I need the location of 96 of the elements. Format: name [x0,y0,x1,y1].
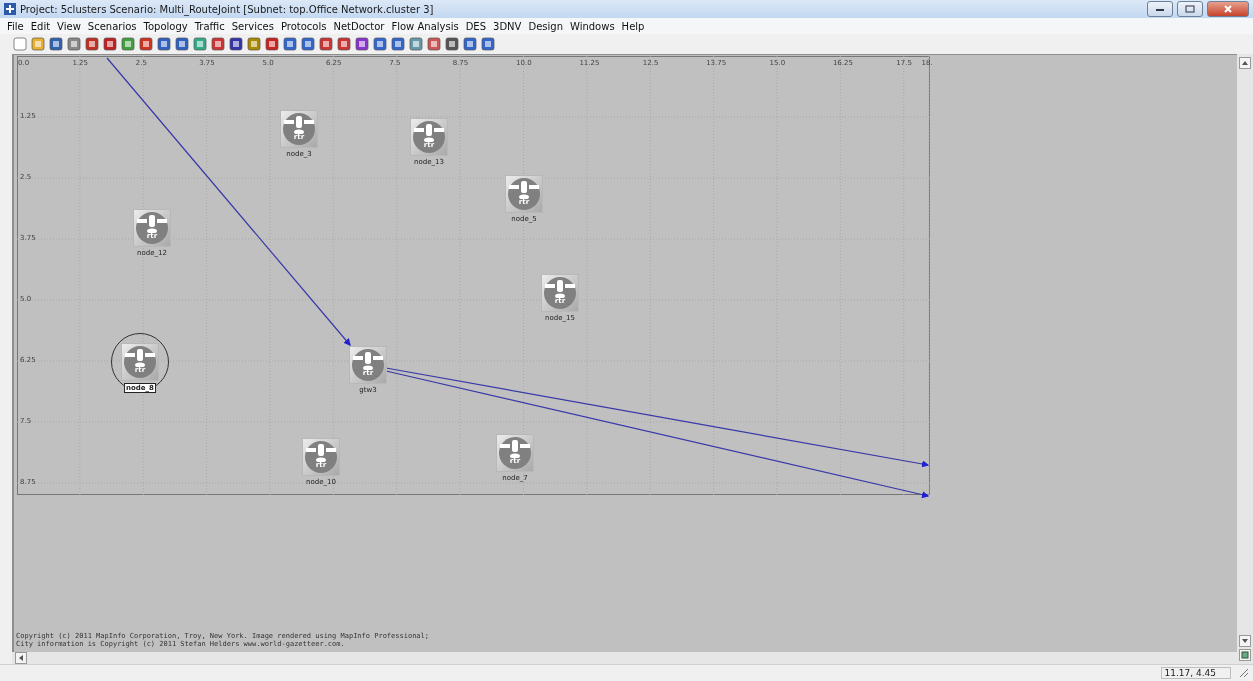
toolbar-button[interactable] [66,36,82,52]
menu-item[interactable]: View [54,20,84,32]
menu-item[interactable]: Windows [566,20,618,32]
toolbar-button[interactable] [318,36,334,52]
toolbar-icon [444,36,460,52]
menu-item[interactable]: DES [462,20,490,32]
toolbar-button[interactable] [480,36,496,52]
toolbar-icon [354,36,370,52]
toolbar-icon [30,36,46,52]
menu-item[interactable]: NetDoctor [330,20,388,32]
toolbar-button[interactable] [120,36,136,52]
satellite-icon [414,124,444,142]
toolbar-icon [390,36,406,52]
maximize-icon [1185,5,1195,13]
toolbar-icon [426,36,442,52]
menu-item[interactable]: Traffic [191,20,228,32]
toolbar-button[interactable] [138,36,154,52]
down-arrow-icon [1242,638,1248,644]
toolbar-button[interactable] [390,36,406,52]
toolbar-button[interactable] [354,36,370,52]
toolbar-button[interactable] [264,36,280,52]
toolbar-button[interactable] [48,36,64,52]
toolbar-icon [138,36,154,52]
maximize-button[interactable] [1177,1,1203,17]
toolbar-button[interactable] [408,36,424,52]
toolbar-button[interactable] [246,36,262,52]
app-icon [4,3,16,15]
toolbar-icon [408,36,424,52]
toolbar-icon [66,36,82,52]
toolbar-button[interactable] [174,36,190,52]
toolbar-icon [480,36,496,52]
window-title: Project: 5clusters Scenario: Multi_RouteJoint [Subnet: top.Office Network.cluster 3] [20,3,435,15]
scroll-left-button[interactable] [15,652,27,664]
menu-item[interactable]: Scenarios [84,20,140,32]
satellite-icon [500,440,530,458]
menu-item[interactable]: Protocols [277,20,330,32]
toolbar-icon [246,36,262,52]
toolbar-button[interactable] [156,36,172,52]
toolbar-button[interactable] [102,36,118,52]
satellite-icon [353,352,383,370]
satellite-icon [509,181,539,199]
toolbar-icon [264,36,280,52]
toolbar-icon [192,36,208,52]
minimize-icon [1155,6,1165,12]
menu-item[interactable]: Edit [27,20,54,32]
toolbar-button[interactable] [372,36,388,52]
toolbar-icon [84,36,100,52]
vertical-scrollbar[interactable] [1237,54,1253,664]
toolbar-button[interactable] [84,36,100,52]
toolbar-icon [156,36,172,52]
resize-icon [1239,668,1249,678]
toolbar-icon [336,36,352,52]
square-icon [1241,651,1249,659]
toolbar-icon [282,36,298,52]
satellite-icon [284,116,314,134]
up-arrow-icon [1242,60,1248,66]
scroll-up-button[interactable] [1239,57,1251,69]
menu-item[interactable]: Flow Analysis [388,20,462,32]
toolbar-button[interactable] [192,36,208,52]
menu-item[interactable]: Services [228,20,277,32]
toolbar-icon [174,36,190,52]
coordinates-text: 11.17, 4.45 [1161,667,1231,679]
menu-item[interactable]: Help [618,20,648,32]
toolbar-icon [102,36,118,52]
close-icon [1223,5,1233,13]
horizontal-scrollbar[interactable] [12,652,1237,664]
left-arrow-icon [18,655,24,661]
toolbar-icon [210,36,226,52]
toolbar-icon [228,36,244,52]
close-button[interactable] [1207,1,1249,17]
toolbar-icon [120,36,136,52]
toolbar-button[interactable] [336,36,352,52]
toolbar-icon [318,36,334,52]
satellite-icon [545,280,575,298]
minimize-button[interactable] [1147,1,1173,17]
satellite-icon [125,349,155,367]
toolbar-button[interactable] [300,36,316,52]
toolbar-icon [12,36,28,52]
satellite-icon [306,444,336,462]
scroll-down-button[interactable] [1239,635,1251,647]
toolbar-button[interactable] [282,36,298,52]
toolbar-icon [300,36,316,52]
menu-item[interactable]: 3DNV [490,20,525,32]
toolbar-icon [372,36,388,52]
menu-item[interactable]: Topology [140,20,191,32]
toolbar-icon [462,36,478,52]
toolbar-button[interactable] [228,36,244,52]
menu-item[interactable]: Design [525,20,566,32]
map-view-button[interactable] [1239,649,1251,661]
menu-item[interactable]: File [4,20,27,32]
toolbar-button[interactable] [426,36,442,52]
toolbar-icon [48,36,64,52]
toolbar-button[interactable] [444,36,460,52]
toolbar-button[interactable] [462,36,478,52]
satellite-icon [137,215,167,233]
toolbar-button[interactable] [210,36,226,52]
